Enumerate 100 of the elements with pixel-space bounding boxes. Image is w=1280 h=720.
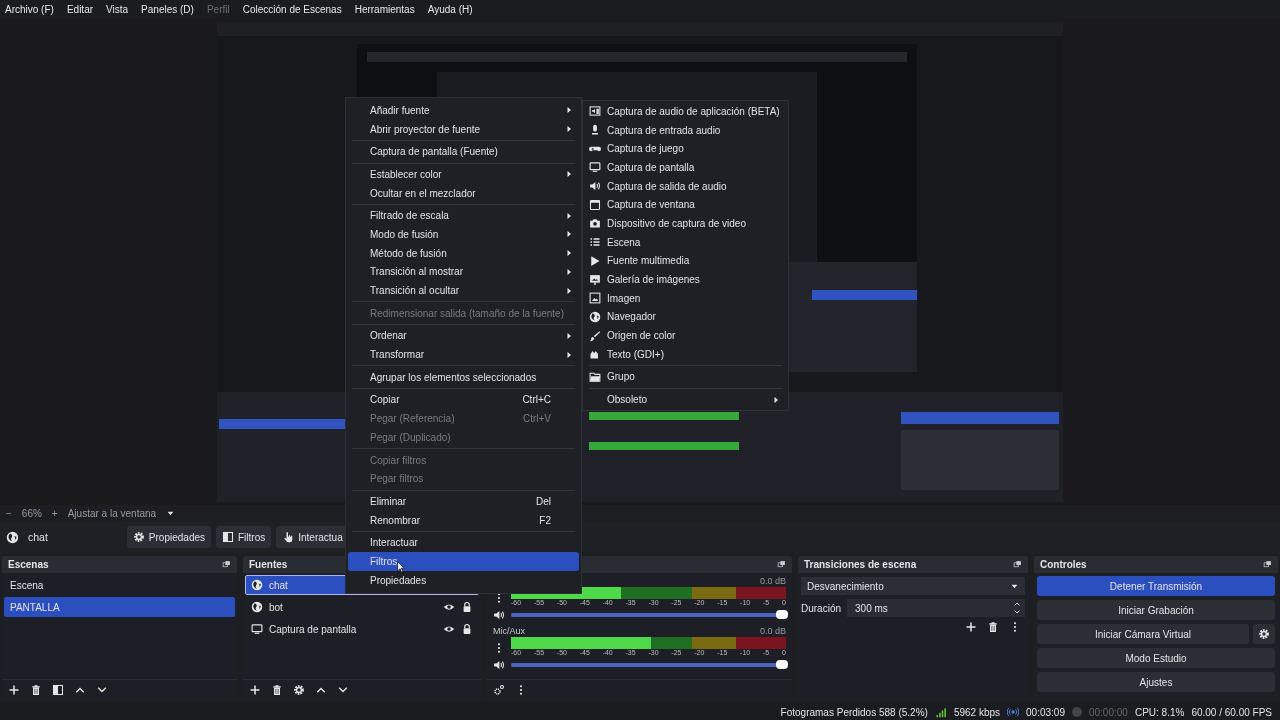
padlock-icon[interactable] — [461, 601, 473, 613]
arrow-icon — [565, 125, 573, 134]
padlock-icon[interactable] — [461, 623, 473, 635]
menu-bar-item[interactable]: Herramientas — [354, 3, 415, 15]
menu-bar-item[interactable]: Ayuda (H) — [427, 3, 473, 15]
display-icon — [251, 623, 263, 635]
eye-icon[interactable] — [443, 601, 455, 613]
menu-bar-item[interactable]: Paneles (D) — [141, 3, 194, 15]
menu-item[interactable]: Agrupar los elementos seleccionados — [348, 367, 579, 387]
trash-icon[interactable] — [30, 684, 42, 696]
menu-item[interactable]: Ordenar — [348, 326, 579, 346]
menu-bar-item[interactable]: Vista — [106, 3, 129, 15]
microphone-icon — [589, 124, 601, 137]
control-button[interactable]: Modo Estudio — [1037, 648, 1275, 668]
float-icon[interactable] — [222, 560, 231, 569]
menu-item[interactable]: Captura de audio de aplicación (BETA) — [585, 102, 786, 121]
duration-label: Duración — [801, 602, 842, 614]
control-button[interactable]: Iniciar Cámara Virtual — [1037, 624, 1249, 644]
menu-item[interactable]: Fuente multimedia — [585, 251, 786, 271]
toolbar-button[interactable]: Propiedades — [126, 526, 211, 548]
float-icon[interactable] — [1263, 560, 1272, 569]
down-icon[interactable] — [1013, 608, 1021, 616]
source-item[interactable]: bot — [245, 597, 479, 617]
volume-slider[interactable] — [511, 663, 786, 667]
menu-item[interactable]: Filtrado de escala — [348, 206, 579, 226]
menu-item[interactable]: Filtros — [348, 552, 579, 571]
plus-icon[interactable] — [8, 684, 20, 696]
scene-item[interactable]: Escena — [4, 575, 235, 595]
menu-item[interactable]: Galería de imágenes — [585, 270, 786, 289]
menu-bar-item[interactable]: Colección de Escenas — [242, 3, 342, 15]
camera-icon — [589, 217, 601, 230]
brush-icon — [589, 329, 601, 342]
menu-item[interactable]: Modo de fusión — [348, 225, 579, 244]
menu-bar-item[interactable]: Editar — [66, 3, 94, 15]
arrow-icon — [565, 106, 573, 115]
filter-icon[interactable] — [52, 684, 64, 696]
menu-item[interactable]: Imagen — [585, 288, 786, 308]
menu-item[interactable]: Origen de color — [585, 326, 786, 345]
up-icon[interactable] — [1013, 600, 1021, 608]
source-label: chat — [269, 579, 288, 591]
menu-item[interactable]: Abrir proyector de fuente — [348, 119, 579, 139]
menu-item[interactable]: Texto (GDI+) — [585, 344, 786, 364]
menu-item[interactable]: Interactuar — [348, 533, 579, 553]
menu-item[interactable]: Transición al ocultar — [348, 281, 579, 300]
menu-item[interactable]: Captura de salida de audio — [585, 176, 786, 196]
settings-button[interactable] — [1253, 624, 1275, 644]
zoom-in-button[interactable]: + — [51, 508, 58, 519]
menu-item[interactable]: Transformar — [348, 345, 579, 364]
zoom-out-button[interactable]: − — [6, 508, 12, 519]
mixer-settings-icon[interactable] — [493, 684, 505, 696]
menu-item[interactable]: Renombrar F2 — [348, 510, 579, 530]
menu-item[interactable]: Captura de pantalla (Fuente) — [348, 142, 579, 162]
fit-dropdown[interactable]: Ajustar a la ventana — [67, 508, 157, 519]
control-button[interactable]: Ajustes — [1037, 672, 1275, 692]
speaker-icon[interactable] — [493, 609, 505, 621]
menu-item[interactable]: Dispositivo de captura de video — [585, 214, 786, 233]
menu-item[interactable]: Captura de ventana — [585, 195, 786, 215]
menu-item[interactable]: Ocultar en el mezclador — [348, 183, 579, 203]
menu-item[interactable]: Método de fusión — [348, 243, 579, 263]
caret-icon[interactable] — [166, 509, 176, 518]
menu-bar-item[interactable]: Archivo (F) — [5, 3, 54, 15]
menu-item[interactable]: Transición al mostrar — [348, 262, 579, 282]
trash-icon[interactable] — [987, 621, 999, 633]
menu-item[interactable]: Grupo — [585, 367, 786, 387]
menu-item[interactable]: Obsoleto — [585, 390, 786, 409]
list-icon — [589, 236, 601, 249]
record-time: 00:00:00 — [1088, 706, 1128, 718]
menu-item[interactable]: Captura de entrada audio — [585, 120, 786, 140]
arrow-icon — [565, 350, 573, 359]
menu-item[interactable]: Propiedades — [348, 570, 579, 590]
plus-icon[interactable] — [249, 684, 261, 696]
menu-item[interactable]: Captura de pantalla — [585, 158, 786, 177]
volume-slider[interactable] — [511, 613, 786, 617]
float-icon[interactable] — [1013, 560, 1022, 569]
gear-icon — [1258, 628, 1270, 640]
duration-field[interactable]: 300 ms — [847, 599, 1025, 617]
menu-item[interactable]: Navegador — [585, 307, 786, 327]
menu-item[interactable]: Añadir fuente — [348, 101, 579, 120]
source-item[interactable]: Captura de pantalla — [245, 619, 479, 639]
filter-icon — [222, 531, 234, 543]
menu-item[interactable]: Captura de juego — [585, 139, 786, 159]
transition-dropdown[interactable]: Desvanecimiento — [801, 577, 1025, 595]
eye-icon[interactable] — [443, 623, 455, 635]
toolbar-button[interactable]: Filtros — [216, 526, 272, 548]
monitor-icon — [589, 161, 601, 174]
speaker-icon[interactable] — [493, 659, 505, 671]
gear-icon[interactable] — [293, 684, 305, 696]
gallery-icon — [589, 273, 601, 286]
control-button[interactable]: Iniciar Grabación — [1037, 600, 1275, 620]
menu-item[interactable]: Eliminar Del — [348, 492, 579, 511]
menu-item[interactable]: Copiar Ctrl+C — [348, 390, 579, 410]
control-button[interactable]: Detener Transmisión — [1037, 576, 1275, 596]
scene-item[interactable]: PANTALLA — [4, 597, 235, 617]
plus-icon[interactable] — [965, 621, 977, 633]
float-icon[interactable] — [777, 560, 786, 569]
dock-header: Transiciones de escena — [798, 556, 1028, 573]
trash-icon[interactable] — [271, 684, 283, 696]
hand-icon — [282, 531, 295, 543]
menu-item[interactable]: Escena — [585, 232, 786, 252]
menu-item[interactable]: Establecer color — [348, 165, 579, 184]
